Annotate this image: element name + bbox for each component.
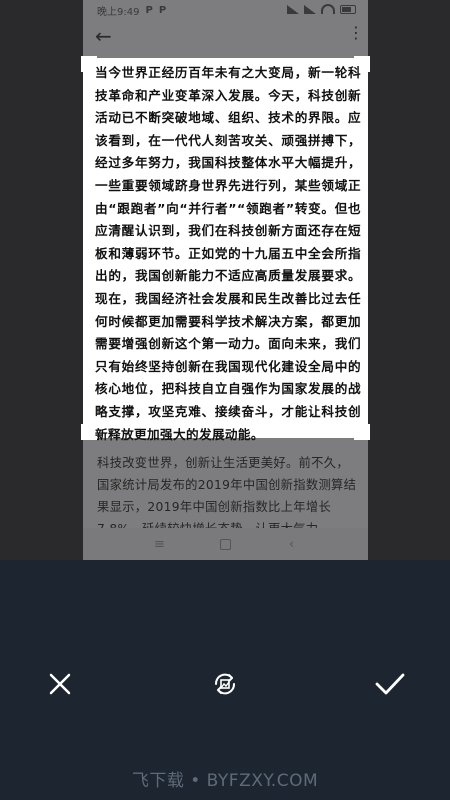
rotate-button[interactable] (205, 664, 245, 704)
wifi-icon (321, 4, 335, 14)
watermark: 飞下载 • BYFZXY.COM (131, 771, 319, 791)
crop-handle-bottom-left[interactable] (81, 424, 85, 440)
crop-selection[interactable]: 当今世界正经历百年未有之大变局，新一轮科技革命和产业变革深入发展。今天，科技创新… (83, 58, 368, 442)
p-icon: P (145, 4, 153, 16)
status-bar: 晚上9:49 P P (83, 0, 368, 20)
status-time: 晚上9:49 (97, 6, 140, 18)
home-square-icon (217, 535, 235, 553)
p-icon: P (158, 4, 167, 16)
back-arrow-icon[interactable]: ← (95, 26, 112, 46)
app-bar: ← ⋮ (83, 20, 368, 54)
crop-handle-top-left[interactable] (81, 56, 85, 72)
bottom-toolbar: 飞下载 • BYFZXY.COM (0, 560, 450, 800)
battery-icon (340, 4, 356, 14)
crop-handle-top-right[interactable] (366, 56, 370, 72)
menu-icon: ≡ (154, 536, 165, 552)
back-chevron-icon: ‹ (288, 536, 295, 552)
rotate-icon (214, 673, 236, 695)
cancel-button[interactable] (40, 664, 80, 704)
confirm-button[interactable] (370, 664, 410, 704)
signal-icon (304, 4, 316, 14)
nav-bar: ≡ ‹ (83, 528, 368, 560)
check-icon (375, 673, 405, 695)
more-vertical-icon[interactable]: ⋮ (348, 25, 364, 41)
crop-handle-bottom-right[interactable] (366, 424, 370, 440)
close-icon (49, 673, 71, 695)
crop-text: 当今世界正经历百年未有之大变局，新一轮科技革命和产业变革深入发展。今天，科技创新… (95, 65, 361, 442)
signal-icon (287, 4, 299, 14)
article-text-below: 科技改变世界，创新让生活更美好。前不久，国家统计局发布的2019年中国创新指数测… (97, 456, 357, 536)
